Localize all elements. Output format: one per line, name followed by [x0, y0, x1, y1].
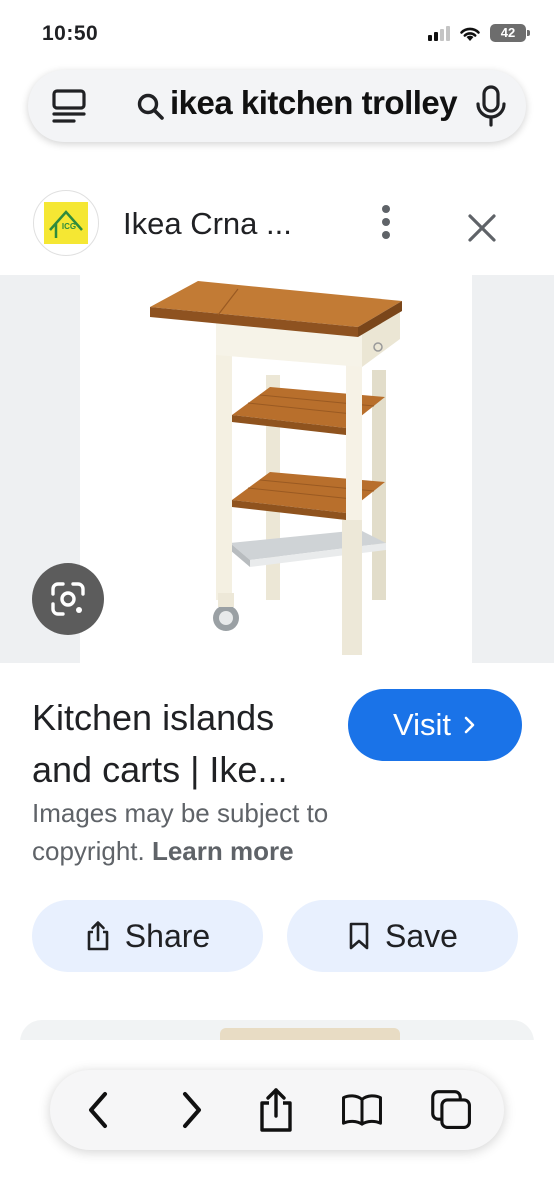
tabs-overview-button[interactable] — [430, 1088, 474, 1132]
save-button[interactable]: Save — [287, 900, 518, 972]
logo-text: ICG — [62, 222, 76, 231]
status-time: 10:50 — [42, 22, 99, 45]
learn-more-link[interactable]: Learn more — [152, 836, 294, 866]
visit-button[interactable]: Visit — [348, 689, 522, 761]
visit-label: Visit — [392, 707, 451, 742]
chevron-right-icon — [464, 716, 475, 734]
share-page-icon — [260, 1088, 292, 1132]
bookmarks-icon — [342, 1094, 382, 1126]
forward-icon — [183, 1092, 201, 1128]
wifi-icon — [460, 27, 480, 41]
cellular-signal-icon — [428, 25, 450, 41]
microphone-icon[interactable] — [475, 84, 507, 128]
back-icon — [89, 1092, 107, 1128]
google-lens-button[interactable] — [32, 563, 104, 635]
bookmarks-button[interactable] — [340, 1088, 384, 1132]
share-label: Share — [124, 917, 211, 954]
back-button[interactable] — [76, 1088, 120, 1132]
status-icons: 42 — [428, 24, 530, 42]
search-query[interactable]: ikea kitchen trolley — [170, 84, 458, 122]
product-image[interactable] — [80, 275, 472, 663]
search-icon — [137, 93, 164, 120]
tabs-overview-icon — [431, 1090, 471, 1129]
result-title[interactable]: Kitchen islands and carts | Ike... — [32, 692, 332, 796]
source-header: ICG Ikea Crna ... — [0, 188, 554, 268]
search-bar[interactable]: ikea kitchen trolley — [28, 70, 526, 142]
save-label: Save — [385, 917, 458, 954]
lens-icon — [51, 582, 85, 616]
close-icon[interactable] — [462, 208, 502, 248]
bookmark-icon — [349, 922, 369, 950]
share-page-button[interactable] — [254, 1088, 298, 1132]
battery-icon: 42 — [490, 24, 530, 42]
browser-toolbar — [50, 1070, 504, 1150]
share-button[interactable]: Share — [32, 900, 263, 972]
source-name[interactable]: Ikea Crna ... — [123, 206, 292, 242]
kitchen-trolley-illustration — [150, 281, 402, 655]
copyright-notice: Images may be subject to copyright. Lear… — [32, 794, 432, 870]
forward-button[interactable] — [170, 1088, 214, 1132]
source-logo[interactable]: ICG — [33, 190, 99, 256]
status-bar: 10:50 42 — [0, 0, 554, 70]
icg-logo-icon: ICG — [44, 202, 88, 244]
share-icon — [87, 921, 109, 951]
more-options-icon[interactable] — [372, 198, 400, 248]
tabs-icon[interactable] — [50, 88, 90, 126]
